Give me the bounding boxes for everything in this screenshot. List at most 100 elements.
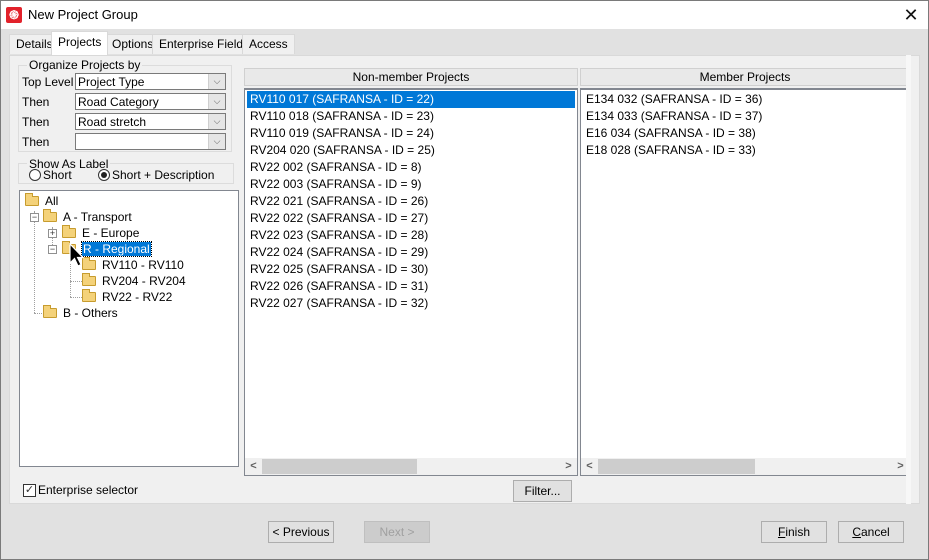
non-member-list-item[interactable]: RV22 024 (SAFRANSA - ID = 29) (247, 244, 575, 261)
organize-groupbox: Organize Projects by Top Level Project T… (18, 58, 232, 152)
tree-line (34, 211, 35, 313)
collapse-icon[interactable]: − (30, 213, 39, 222)
tree-item-e-europe[interactable]: E - Europe (62, 225, 139, 241)
tree-item-label: RV204 - RV204 (102, 274, 186, 288)
show-as-label-groupbox: Show As Label Short Short + Description (18, 157, 234, 184)
next-button[interactable]: Next > (364, 521, 430, 543)
tab-projects[interactable]: Projects (51, 31, 109, 55)
non-member-list-item[interactable]: RV22 021 (SAFRANSA - ID = 26) (247, 193, 575, 210)
tree-item-rv204[interactable]: RV204 - RV204 (82, 273, 186, 289)
window-title: New Project Group (28, 7, 138, 22)
radio-short-label: Short (43, 168, 72, 182)
filter-button[interactable]: Filter... (513, 480, 572, 502)
top-level-value: Project Type (78, 75, 145, 89)
then-label-3: Then (22, 135, 50, 149)
close-button[interactable]: ✕ (894, 1, 928, 29)
member-list-item[interactable]: E18 028 (SAFRANSA - ID = 33) (583, 142, 907, 159)
then-label-2: Then (22, 115, 50, 129)
member-panel: Member Projects E18 028 (SAFRANSA - ID =… (580, 68, 910, 476)
non-member-list-item[interactable]: RV22 023 (SAFRANSA - ID = 28) (247, 227, 575, 244)
tree-item-label: E - Europe (82, 226, 140, 240)
project-tree[interactable]: All − A - Transport + E - Europe − R - R… (19, 190, 239, 467)
checkmark-icon[interactable]: ✓ (23, 483, 36, 497)
non-member-list-item[interactable]: RV110 019 (SAFRANSA - ID = 24) (247, 125, 575, 142)
organize-legend: Organize Projects by (27, 58, 143, 72)
tree-line (70, 297, 82, 298)
non-member-list[interactable]: RV22 027 (SAFRANSA - ID = 32) RV22 026 (S… (244, 88, 578, 476)
page-edge (906, 55, 911, 504)
then-dropdown-1[interactable]: Road Category ⌵ (75, 93, 226, 110)
scroll-left-icon[interactable]: < (245, 458, 262, 475)
tree-item-label: A - Transport (63, 210, 132, 224)
non-member-list-item[interactable]: RV22 022 (SAFRANSA - ID = 27) (247, 210, 575, 227)
then-value-2: Road stretch (78, 115, 147, 129)
enterprise-selector-label: Enterprise selector (38, 483, 139, 497)
new-project-group-dialog: ֍ New Project Group ✕ Details Projects O… (0, 0, 929, 560)
app-logo-icon: ֍ (6, 7, 22, 23)
tab-access[interactable]: Access (242, 34, 295, 54)
non-member-list-item[interactable]: RV22 002 (SAFRANSA - ID = 8) (247, 159, 575, 176)
then-label-1: Then (22, 95, 50, 109)
non-member-panel: Non-member Projects RV22 027 (SAFRANSA -… (244, 68, 578, 476)
tree-line (70, 281, 82, 282)
non-member-list-item[interactable]: RV22 026 (SAFRANSA - ID = 31) (247, 278, 575, 295)
tree-item-label: B - Others (63, 306, 118, 320)
tree-item-all[interactable]: All (25, 193, 58, 209)
then-value-1: Road Category (78, 95, 159, 109)
chevron-down-icon[interactable]: ⌵ (208, 94, 225, 109)
radio-short-description[interactable]: Short + Description (98, 168, 214, 182)
member-header[interactable]: Member Projects (580, 68, 910, 86)
top-level-dropdown[interactable]: Project Type ⌵ (75, 73, 226, 90)
non-member-list-item[interactable]: RV110 018 (SAFRANSA - ID = 23) (247, 108, 575, 125)
mouse-cursor-icon (69, 243, 85, 267)
tree-item-rv110[interactable]: RV110 - RV110 (82, 257, 184, 273)
then-dropdown-2[interactable]: Road stretch ⌵ (75, 113, 226, 130)
radio-short-description-indicator[interactable] (98, 169, 110, 181)
non-member-list-item[interactable]: RV22 025 (SAFRANSA - ID = 30) (247, 261, 575, 278)
previous-button[interactable]: < Previous (268, 521, 334, 543)
tree-item-label: RV22 - RV22 (102, 290, 173, 304)
then-dropdown-3[interactable]: ⌵ (75, 133, 226, 150)
non-member-list-item[interactable]: RV204 020 (SAFRANSA - ID = 25) (247, 142, 575, 159)
collapse-icon[interactable]: − (48, 245, 57, 254)
tree-item-label: All (45, 194, 59, 208)
projects-tab-page: Organize Projects by Top Level Project T… (9, 55, 920, 504)
folder-icon (82, 273, 96, 286)
non-member-list-item[interactable]: RV22 003 (SAFRANSA - ID = 9) (247, 176, 575, 193)
member-list-item[interactable]: E134 033 (SAFRANSA - ID = 37) (583, 108, 907, 125)
scroll-thumb[interactable] (262, 459, 417, 474)
scroll-right-icon[interactable]: > (560, 458, 577, 475)
folder-icon (62, 225, 76, 238)
expand-icon[interactable]: + (48, 229, 57, 238)
chevron-down-icon[interactable]: ⌵ (208, 134, 225, 149)
tree-item-label: RV110 - RV110 (102, 258, 184, 272)
tree-item-rv22[interactable]: RV22 - RV22 (82, 289, 172, 305)
member-list[interactable]: E18 028 (SAFRANSA - ID = 33) E16 034 (SAF… (580, 88, 910, 476)
horizontal-scrollbar[interactable]: < > (581, 458, 909, 475)
cancel-button[interactable]: Cancel (838, 521, 904, 543)
horizontal-scrollbar[interactable]: < > (245, 458, 577, 475)
radio-short-indicator[interactable] (29, 169, 41, 181)
non-member-list-item[interactable]: RV110 017 (SAFRANSA - ID = 22) (247, 91, 575, 108)
radio-short[interactable]: Short (29, 168, 72, 182)
tree-item-b-others[interactable]: B - Others (43, 305, 118, 321)
tree-item-label: R - Regional (81, 241, 152, 257)
title-bar: ֍ New Project Group ✕ (1, 1, 928, 29)
finish-button[interactable]: Finish (761, 521, 827, 543)
chevron-down-icon[interactable]: ⌵ (208, 74, 225, 89)
folder-icon (25, 193, 39, 206)
tab-enterprise-fields[interactable]: Enterprise Fields (152, 34, 257, 54)
non-member-list-item[interactable]: RV22 027 (SAFRANSA - ID = 32) (247, 295, 575, 312)
enterprise-selector-checkbox[interactable]: ✓ Enterprise selector (23, 483, 138, 497)
non-member-header[interactable]: Non-member Projects (244, 68, 578, 86)
top-level-label: Top Level (22, 75, 74, 89)
scroll-thumb[interactable] (598, 459, 755, 474)
chevron-down-icon[interactable]: ⌵ (208, 114, 225, 129)
folder-icon (43, 305, 57, 318)
tree-item-a-transport[interactable]: A - Transport (43, 209, 132, 225)
member-list-item[interactable]: E134 032 (SAFRANSA - ID = 36) (583, 91, 907, 108)
member-list-item[interactable]: E16 034 (SAFRANSA - ID = 38) (583, 125, 907, 142)
folder-icon (43, 209, 57, 222)
folder-icon (82, 289, 96, 302)
scroll-left-icon[interactable]: < (581, 458, 598, 475)
